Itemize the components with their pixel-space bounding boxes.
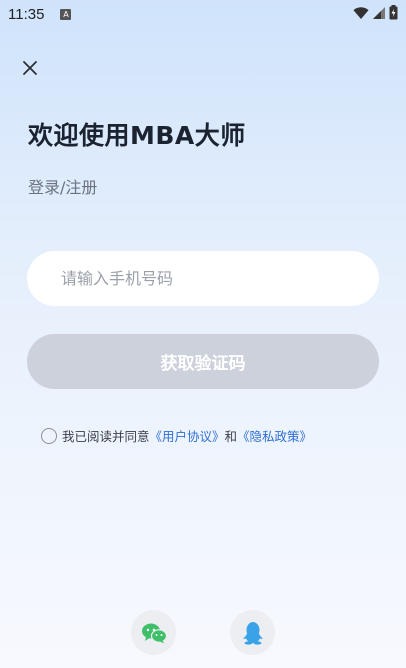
wifi-icon — [353, 6, 369, 19]
page-title: 欢迎使用MBA大师 — [28, 121, 246, 150]
phone-input[interactable] — [27, 251, 379, 306]
status-time: 11:35 — [8, 5, 45, 23]
page-subtitle: 登录/注册 — [28, 178, 98, 197]
cellular-signal-icon — [373, 6, 385, 19]
get-code-button[interactable]: 获取验证码 — [27, 334, 379, 389]
close-button[interactable] — [16, 54, 44, 82]
status-icons — [353, 5, 398, 20]
wechat-icon — [141, 623, 167, 643]
agreement-checkbox[interactable] — [41, 427, 57, 444]
agreement-prefix: 我已阅读并同意 — [62, 429, 150, 444]
agreement-row: 我已阅读并同意 《用户协议》 和 《隐私政策》 — [41, 426, 312, 445]
status-bar: 11:35 A — [0, 0, 406, 28]
notification-icon: A — [60, 8, 72, 20]
qq-icon — [242, 621, 263, 645]
close-icon — [23, 61, 37, 75]
agreement-conjunction: 和 — [224, 429, 238, 444]
privacy-policy-link[interactable]: 《隐私政策》 — [237, 426, 312, 445]
battery-icon — [389, 5, 398, 20]
wechat-login-button[interactable] — [131, 610, 176, 655]
user-agreement-link[interactable]: 《用户协议》 — [150, 426, 225, 445]
qq-login-button[interactable] — [230, 610, 275, 655]
